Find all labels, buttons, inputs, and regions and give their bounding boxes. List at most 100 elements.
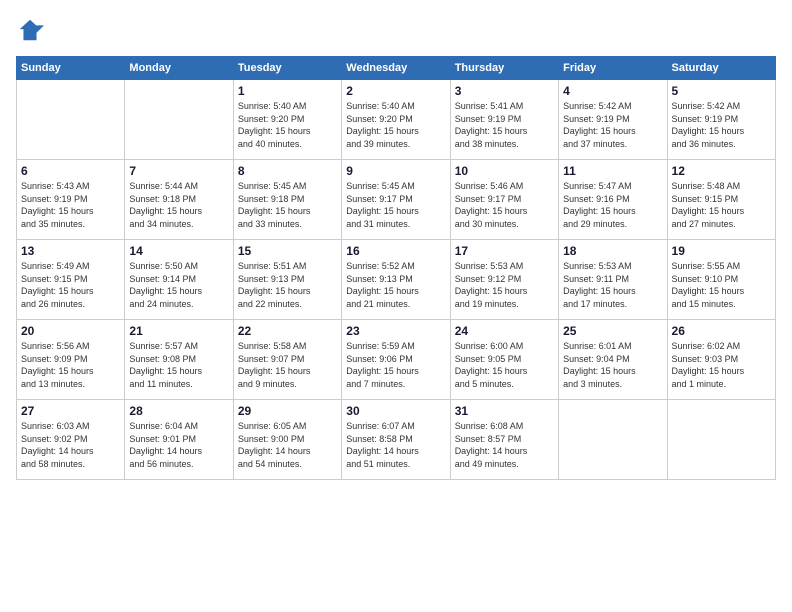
day-info: Sunrise: 5:45 AM Sunset: 9:18 PM Dayligh…: [238, 180, 337, 230]
week-row-2: 13 Sunrise: 5:49 AM Sunset: 9:15 PM Dayli…: [17, 240, 776, 320]
header-saturday: Saturday: [667, 57, 775, 80]
day-number: 6: [21, 164, 120, 178]
day-number: 12: [672, 164, 771, 178]
day-number: 15: [238, 244, 337, 258]
day-cell: 3 Sunrise: 5:41 AM Sunset: 9:19 PM Daylig…: [450, 80, 558, 160]
day-number: 26: [672, 324, 771, 338]
day-number: 30: [346, 404, 445, 418]
day-info: Sunrise: 6:02 AM Sunset: 9:03 PM Dayligh…: [672, 340, 771, 390]
day-cell: 17 Sunrise: 5:53 AM Sunset: 9:12 PM Dayli…: [450, 240, 558, 320]
day-info: Sunrise: 5:41 AM Sunset: 9:19 PM Dayligh…: [455, 100, 554, 150]
day-info: Sunrise: 5:47 AM Sunset: 9:16 PM Dayligh…: [563, 180, 662, 230]
day-info: Sunrise: 5:53 AM Sunset: 9:12 PM Dayligh…: [455, 260, 554, 310]
day-cell: 20 Sunrise: 5:56 AM Sunset: 9:09 PM Dayli…: [17, 320, 125, 400]
day-cell: 25 Sunrise: 6:01 AM Sunset: 9:04 PM Dayli…: [559, 320, 667, 400]
day-cell: 6 Sunrise: 5:43 AM Sunset: 9:19 PM Daylig…: [17, 160, 125, 240]
day-number: 23: [346, 324, 445, 338]
header-thursday: Thursday: [450, 57, 558, 80]
day-info: Sunrise: 5:50 AM Sunset: 9:14 PM Dayligh…: [129, 260, 228, 310]
day-cell: 7Sunrise: 5:44 AM Sunset: 9:18 PM Daylig…: [125, 160, 233, 240]
header-friday: Friday: [559, 57, 667, 80]
day-number: 25: [563, 324, 662, 338]
day-info: Sunrise: 5:42 AM Sunset: 9:19 PM Dayligh…: [672, 100, 771, 150]
day-cell: 9 Sunrise: 5:45 AM Sunset: 9:17 PM Daylig…: [342, 160, 450, 240]
day-number: 20: [21, 324, 120, 338]
day-info: Sunrise: 5:45 AM Sunset: 9:17 PM Dayligh…: [346, 180, 445, 230]
header-tuesday: Tuesday: [233, 57, 341, 80]
day-info: Sunrise: 5:52 AM Sunset: 9:13 PM Dayligh…: [346, 260, 445, 310]
day-info: Sunrise: 6:04 AM Sunset: 9:01 PM Dayligh…: [129, 420, 228, 470]
day-number: 19: [672, 244, 771, 258]
day-info: Sunrise: 5:46 AM Sunset: 9:17 PM Dayligh…: [455, 180, 554, 230]
day-number: 16: [346, 244, 445, 258]
day-info: Sunrise: 6:01 AM Sunset: 9:04 PM Dayligh…: [563, 340, 662, 390]
day-cell: 15 Sunrise: 5:51 AM Sunset: 9:13 PM Dayli…: [233, 240, 341, 320]
day-info: Sunrise: 5:56 AM Sunset: 9:09 PM Dayligh…: [21, 340, 120, 390]
day-number: 27: [21, 404, 120, 418]
day-info: Sunrise: 5:59 AM Sunset: 9:06 PM Dayligh…: [346, 340, 445, 390]
header-monday: Monday: [125, 57, 233, 80]
day-cell: 21 Sunrise: 5:57 AM Sunset: 9:08 PM Dayli…: [125, 320, 233, 400]
day-cell: 29 Sunrise: 6:05 AM Sunset: 9:00 PM Dayli…: [233, 400, 341, 480]
day-info: Sunrise: 5:40 AM Sunset: 9:20 PM Dayligh…: [346, 100, 445, 150]
week-row-4: 27Sunrise: 6:03 AM Sunset: 9:02 PM Dayli…: [17, 400, 776, 480]
day-number: 8: [238, 164, 337, 178]
day-cell: 14Sunrise: 5:50 AM Sunset: 9:14 PM Dayli…: [125, 240, 233, 320]
day-cell: 18 Sunrise: 5:53 AM Sunset: 9:11 PM Dayli…: [559, 240, 667, 320]
day-number: 13: [21, 244, 120, 258]
day-cell: 11 Sunrise: 5:47 AM Sunset: 9:16 PM Dayli…: [559, 160, 667, 240]
day-cell: 23 Sunrise: 5:59 AM Sunset: 9:06 PM Dayli…: [342, 320, 450, 400]
day-info: Sunrise: 5:51 AM Sunset: 9:13 PM Dayligh…: [238, 260, 337, 310]
day-info: Sunrise: 5:57 AM Sunset: 9:08 PM Dayligh…: [129, 340, 228, 390]
day-number: 11: [563, 164, 662, 178]
day-info: Sunrise: 5:53 AM Sunset: 9:11 PM Dayligh…: [563, 260, 662, 310]
header-sunday: Sunday: [17, 57, 125, 80]
logo: [16, 16, 48, 44]
day-cell: 1Sunrise: 5:40 AM Sunset: 9:20 PM Daylig…: [233, 80, 341, 160]
day-cell: 10Sunrise: 5:46 AM Sunset: 9:17 PM Dayli…: [450, 160, 558, 240]
page-header: [16, 16, 776, 44]
day-cell: 8 Sunrise: 5:45 AM Sunset: 9:18 PM Daylig…: [233, 160, 341, 240]
day-info: Sunrise: 5:49 AM Sunset: 9:15 PM Dayligh…: [21, 260, 120, 310]
day-number: 31: [455, 404, 554, 418]
day-cell: 28 Sunrise: 6:04 AM Sunset: 9:01 PM Dayli…: [125, 400, 233, 480]
day-info: Sunrise: 6:08 AM Sunset: 8:57 PM Dayligh…: [455, 420, 554, 470]
day-cell: 19 Sunrise: 5:55 AM Sunset: 9:10 PM Dayli…: [667, 240, 775, 320]
day-cell: 4Sunrise: 5:42 AM Sunset: 9:19 PM Daylig…: [559, 80, 667, 160]
day-cell: 24Sunrise: 6:00 AM Sunset: 9:05 PM Dayli…: [450, 320, 558, 400]
day-info: Sunrise: 5:55 AM Sunset: 9:10 PM Dayligh…: [672, 260, 771, 310]
day-number: 21: [129, 324, 228, 338]
header-wednesday: Wednesday: [342, 57, 450, 80]
day-cell: [667, 400, 775, 480]
day-cell: 26 Sunrise: 6:02 AM Sunset: 9:03 PM Dayli…: [667, 320, 775, 400]
day-info: Sunrise: 5:40 AM Sunset: 9:20 PM Dayligh…: [238, 100, 337, 150]
header-row: SundayMondayTuesdayWednesdayThursdayFrid…: [17, 57, 776, 80]
day-number: 5: [672, 84, 771, 98]
day-number: 17: [455, 244, 554, 258]
day-cell: 27Sunrise: 6:03 AM Sunset: 9:02 PM Dayli…: [17, 400, 125, 480]
day-number: 2: [346, 84, 445, 98]
week-row-3: 20 Sunrise: 5:56 AM Sunset: 9:09 PM Dayli…: [17, 320, 776, 400]
day-number: 22: [238, 324, 337, 338]
day-cell: 13 Sunrise: 5:49 AM Sunset: 9:15 PM Dayli…: [17, 240, 125, 320]
day-cell: [17, 80, 125, 160]
week-row-1: 6 Sunrise: 5:43 AM Sunset: 9:19 PM Daylig…: [17, 160, 776, 240]
day-cell: 2 Sunrise: 5:40 AM Sunset: 9:20 PM Daylig…: [342, 80, 450, 160]
day-cell: 31 Sunrise: 6:08 AM Sunset: 8:57 PM Dayli…: [450, 400, 558, 480]
day-number: 9: [346, 164, 445, 178]
calendar-table: SundayMondayTuesdayWednesdayThursdayFrid…: [16, 56, 776, 480]
day-info: Sunrise: 6:05 AM Sunset: 9:00 PM Dayligh…: [238, 420, 337, 470]
day-info: Sunrise: 5:58 AM Sunset: 9:07 PM Dayligh…: [238, 340, 337, 390]
day-cell: 12 Sunrise: 5:48 AM Sunset: 9:15 PM Dayli…: [667, 160, 775, 240]
day-cell: 30 Sunrise: 6:07 AM Sunset: 8:58 PM Dayli…: [342, 400, 450, 480]
day-number: 18: [563, 244, 662, 258]
day-number: 4: [563, 84, 662, 98]
day-cell: 22 Sunrise: 5:58 AM Sunset: 9:07 PM Dayli…: [233, 320, 341, 400]
day-info: Sunrise: 5:48 AM Sunset: 9:15 PM Dayligh…: [672, 180, 771, 230]
day-number: 29: [238, 404, 337, 418]
day-number: 28: [129, 404, 228, 418]
day-info: Sunrise: 6:07 AM Sunset: 8:58 PM Dayligh…: [346, 420, 445, 470]
day-info: Sunrise: 5:43 AM Sunset: 9:19 PM Dayligh…: [21, 180, 120, 230]
day-cell: 5 Sunrise: 5:42 AM Sunset: 9:19 PM Daylig…: [667, 80, 775, 160]
day-number: 3: [455, 84, 554, 98]
